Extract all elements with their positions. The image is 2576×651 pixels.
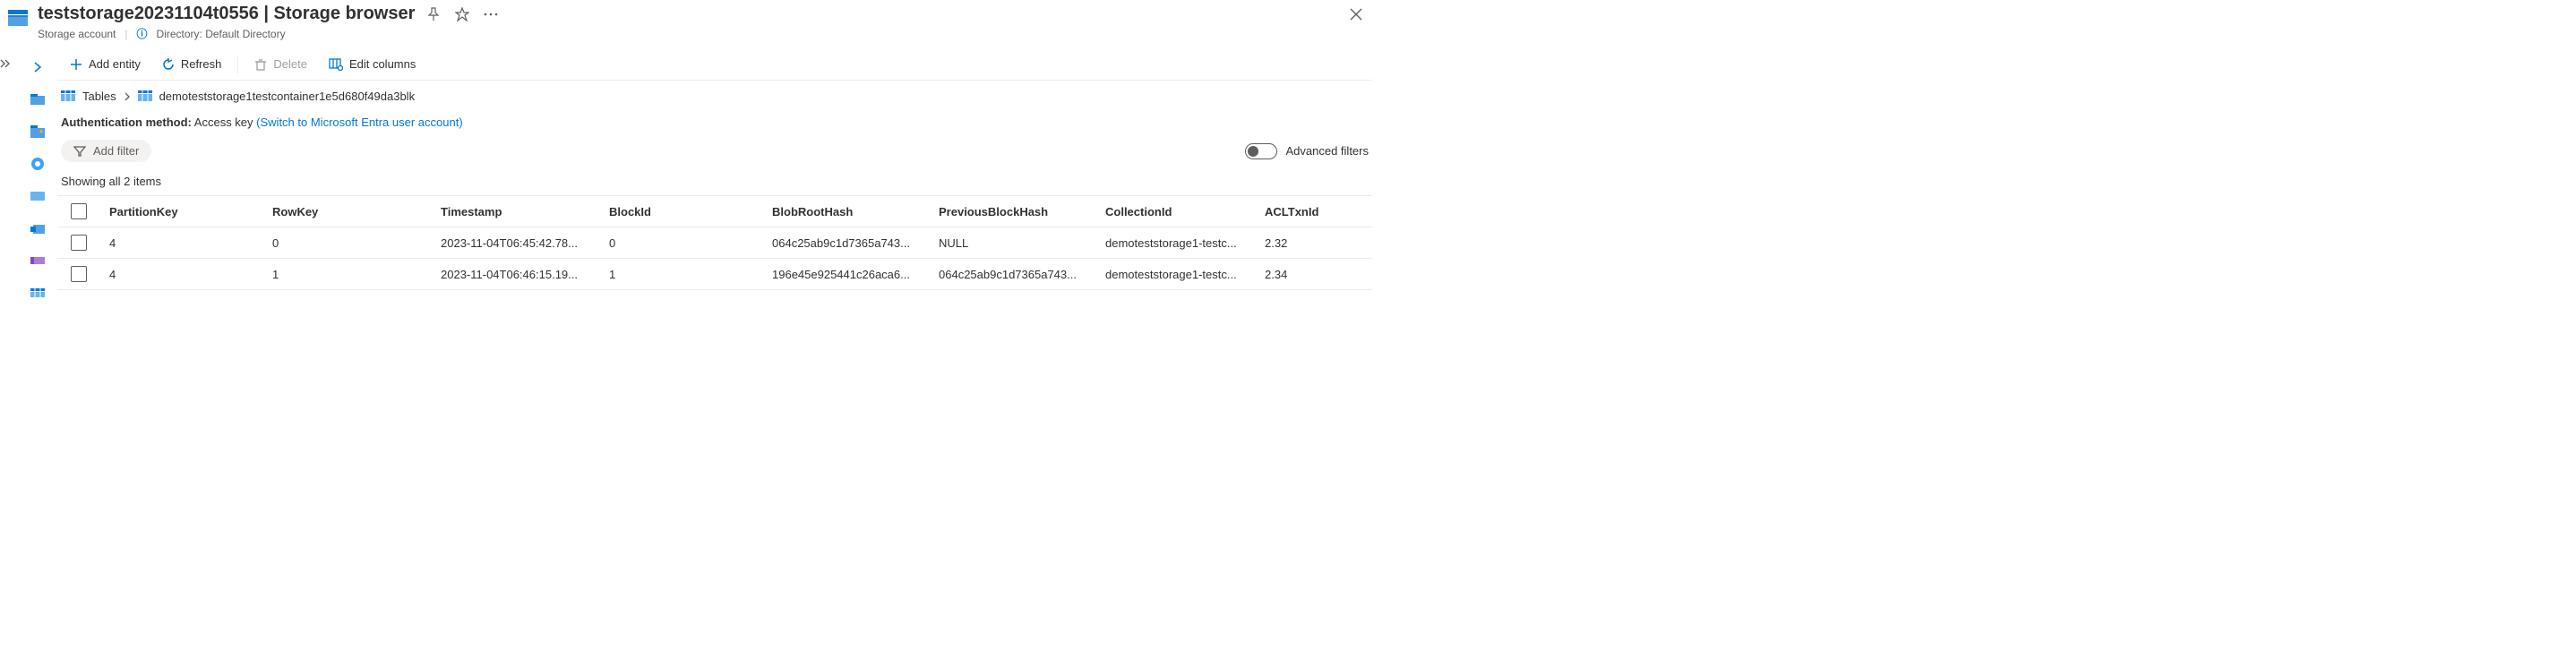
resource-type-label: Storage account bbox=[38, 28, 116, 40]
more-icon[interactable] bbox=[483, 6, 499, 22]
cell-blockid: 1 bbox=[600, 261, 763, 288]
col-partitionkey[interactable]: PartitionKey bbox=[100, 198, 263, 226]
storage-account-icon bbox=[7, 7, 29, 29]
side-nav bbox=[18, 48, 57, 301]
col-blobroothash[interactable]: BlobRootHash bbox=[763, 198, 930, 226]
col-rowkey[interactable]: RowKey bbox=[263, 198, 432, 226]
cell-partitionkey: 4 bbox=[100, 261, 263, 288]
breadcrumb-root[interactable]: Tables bbox=[82, 90, 116, 103]
nav-blob-icon[interactable] bbox=[29, 188, 47, 204]
info-icon[interactable]: ⓘ bbox=[137, 26, 148, 41]
add-filter-label: Add filter bbox=[93, 144, 139, 158]
toolbar: Add entity Refresh Delete Edit columns bbox=[57, 48, 1372, 81]
advanced-filters-label[interactable]: Advanced filters bbox=[1286, 144, 1370, 158]
col-collectionid[interactable]: CollectionId bbox=[1096, 198, 1256, 226]
row-checkbox[interactable] bbox=[71, 266, 87, 282]
table-icon bbox=[61, 90, 75, 103]
cell-previousblockhash: 064c25ab9c1d7365a743... bbox=[930, 261, 1096, 288]
item-count: Showing all 2 items bbox=[57, 175, 1372, 195]
cell-acltxnid: 2.34 bbox=[1256, 261, 1336, 288]
col-timestamp[interactable]: Timestamp bbox=[432, 198, 600, 226]
page-header: teststorage20231104t0556 | Storage brows… bbox=[0, 0, 1378, 48]
nav-fileshare-icon[interactable] bbox=[29, 220, 47, 236]
page-title: teststorage20231104t0556 | Storage brows… bbox=[38, 4, 415, 24]
page-subtitle: Storage account | ⓘ Directory: Default D… bbox=[38, 26, 1363, 41]
switch-auth-link[interactable]: (Switch to Microsoft Entra user account) bbox=[256, 116, 462, 129]
delete-label: Delete bbox=[273, 57, 307, 71]
cell-blobroothash: 196e45e925441c26aca6... bbox=[763, 261, 930, 288]
cell-rowkey: 0 bbox=[263, 229, 432, 257]
advanced-filters-toggle[interactable] bbox=[1245, 143, 1277, 159]
cell-collectionid: demoteststorage1-testc... bbox=[1096, 261, 1256, 288]
data-grid: PartitionKey RowKey Timestamp BlockId Bl… bbox=[57, 195, 1372, 290]
cell-acltxnid: 2.32 bbox=[1256, 229, 1336, 257]
add-entity-button[interactable]: Add entity bbox=[61, 54, 150, 74]
cell-blockid: 0 bbox=[600, 229, 763, 257]
col-acltxnid[interactable]: ACLTxnId bbox=[1256, 198, 1336, 226]
table-row[interactable]: 4 0 2023-11-04T06:45:42.78... 0 064c25ab… bbox=[57, 227, 1372, 259]
edit-columns-button[interactable]: Edit columns bbox=[320, 54, 425, 74]
grid-header: PartitionKey RowKey Timestamp BlockId Bl… bbox=[57, 195, 1372, 227]
col-blockid[interactable]: BlockId bbox=[600, 198, 763, 226]
pin-icon[interactable] bbox=[425, 6, 442, 22]
cell-timestamp: 2023-11-04T06:46:15.19... bbox=[432, 261, 600, 288]
nav-containers-icon[interactable] bbox=[29, 91, 47, 107]
cell-previousblockhash: NULL bbox=[930, 229, 1096, 257]
select-all-checkbox[interactable] bbox=[71, 203, 87, 219]
nav-queues-icon[interactable] bbox=[29, 253, 47, 269]
add-entity-label: Add entity bbox=[89, 57, 141, 71]
favorite-star-icon[interactable] bbox=[454, 6, 470, 22]
breadcrumb-current: demoteststorage1testcontainer1e5d680f49d… bbox=[159, 90, 416, 103]
close-icon[interactable] bbox=[1349, 7, 1363, 21]
nav-favorites-icon[interactable] bbox=[29, 124, 47, 140]
row-checkbox[interactable] bbox=[71, 235, 87, 251]
toolbar-separator bbox=[237, 56, 238, 73]
directory-label: Directory: Default Directory bbox=[157, 28, 286, 40]
nav-chevron-right-icon[interactable] bbox=[29, 59, 47, 75]
cell-timestamp: 2023-11-04T06:45:42.78... bbox=[432, 229, 600, 257]
edit-columns-label: Edit columns bbox=[349, 57, 416, 71]
cell-collectionid: demoteststorage1-testc... bbox=[1096, 229, 1256, 257]
auth-value: Access key bbox=[194, 116, 253, 129]
nav-tables-icon[interactable] bbox=[29, 285, 47, 301]
expand-sidebar-icon[interactable] bbox=[0, 59, 18, 68]
cell-rowkey: 1 bbox=[263, 261, 432, 288]
refresh-label: Refresh bbox=[181, 57, 222, 71]
col-previousblockhash[interactable]: PreviousBlockHash bbox=[930, 198, 1096, 226]
cell-blobroothash: 064c25ab9c1d7365a743... bbox=[763, 229, 930, 257]
nav-settings-gear-icon[interactable] bbox=[29, 156, 47, 172]
breadcrumb: Tables demoteststorage1testcontainer1e5d… bbox=[57, 81, 1372, 112]
chevron-right-icon bbox=[124, 92, 131, 101]
auth-method-row: Authentication method: Access key (Switc… bbox=[57, 112, 1372, 140]
table-row[interactable]: 4 1 2023-11-04T06:46:15.19... 1 196e45e9… bbox=[57, 259, 1372, 290]
cell-partitionkey: 4 bbox=[100, 229, 263, 257]
delete-button: Delete bbox=[245, 54, 316, 74]
add-filter-button[interactable]: Add filter bbox=[61, 140, 151, 162]
auth-label: Authentication method: bbox=[61, 116, 192, 129]
table-icon bbox=[138, 90, 152, 103]
refresh-button[interactable]: Refresh bbox=[153, 54, 231, 74]
